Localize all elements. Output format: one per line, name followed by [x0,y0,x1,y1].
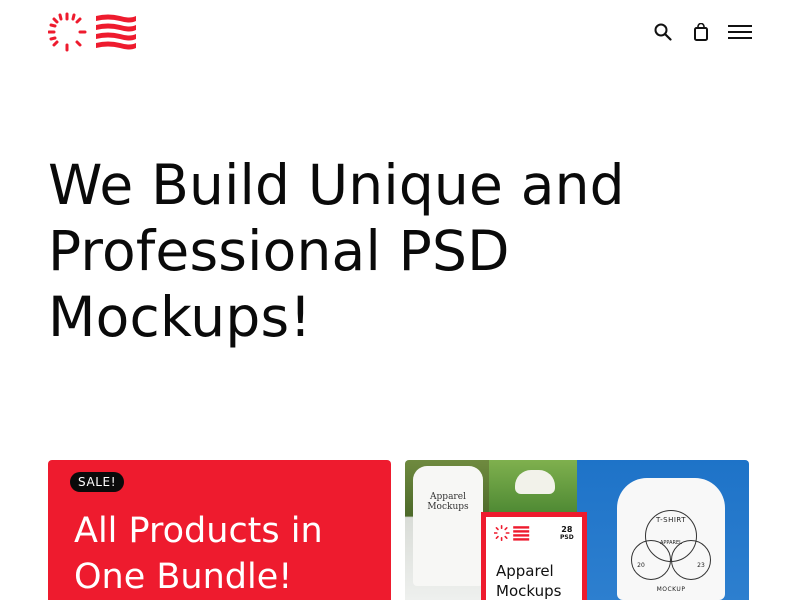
shopping-bag-icon [694,23,708,41]
red-stripes-logo-icon [47,12,136,52]
hero-heading-line: We Build Unique and [48,153,625,217]
apparel-photo-front: T-SHIRT APPAREL 20 23 MOCKUP [577,460,749,600]
tshirt-print-circle [631,540,671,580]
site-header [0,0,800,64]
red-stripes-logo-icon [494,525,530,541]
poster-title-line: Mockups [496,582,562,600]
tshirt-front-image: T-SHIRT APPAREL 20 23 MOCKUP [617,478,725,600]
search-icon [654,23,672,41]
tshirt-print-middle: APPAREL [660,540,682,546]
hamburger-menu-icon [728,25,752,39]
hero-heading-line: Professional PSD [48,219,510,283]
menu-button[interactable] [728,20,752,44]
poster-count: 28 PSD [560,526,574,542]
product-grid: SALE! All Products in One Bundle! Appare… [48,460,750,600]
poster-format: PSD [560,534,574,541]
sale-badge: SALE! [70,472,125,492]
tshirt-back-text-line: Mockups [427,502,469,512]
hero-section: We Build Unique and Professional PSD Moc… [48,152,748,350]
bucket-hat-image [515,470,555,494]
tshirt-print-top: T-SHIRT [655,516,687,524]
product-card-bundle[interactable]: SALE! All Products in One Bundle! [48,460,391,600]
apparel-poster-card: 28 PSD Apparel Mockups [486,517,582,600]
bundle-title-line: All Products in [74,511,323,551]
product-card-apparel-mockups[interactable]: Apparel Mockups T-SHIRT APPAREL 20 23 MO… [405,460,749,600]
hero-heading-line: Mockups! [48,285,312,349]
tshirt-back-image: Apparel Mockups [413,466,483,586]
tshirt-back-text: Apparel Mockups [423,492,473,512]
apparel-poster: 28 PSD Apparel Mockups [481,512,587,600]
tshirt-print-bottom: MOCKUP [656,586,686,593]
hero-heading: We Build Unique and Professional PSD Moc… [48,152,748,350]
brand-logo[interactable] [47,12,138,52]
apparel-photo-back: Apparel Mockups [405,460,489,600]
search-button[interactable] [651,20,675,44]
poster-title-line: Apparel [496,562,554,580]
tshirt-print-year-right: 23 [697,562,705,569]
poster-title: Apparel Mockups [496,561,561,600]
bundle-title-line: One Bundle! [74,557,293,597]
poster-count-number: 28 [561,525,573,534]
bundle-title: All Products in One Bundle! [74,508,384,600]
tshirt-back-text-line: Apparel [430,492,466,502]
cart-button[interactable] [689,20,713,44]
tshirt-print-circle [671,540,711,580]
